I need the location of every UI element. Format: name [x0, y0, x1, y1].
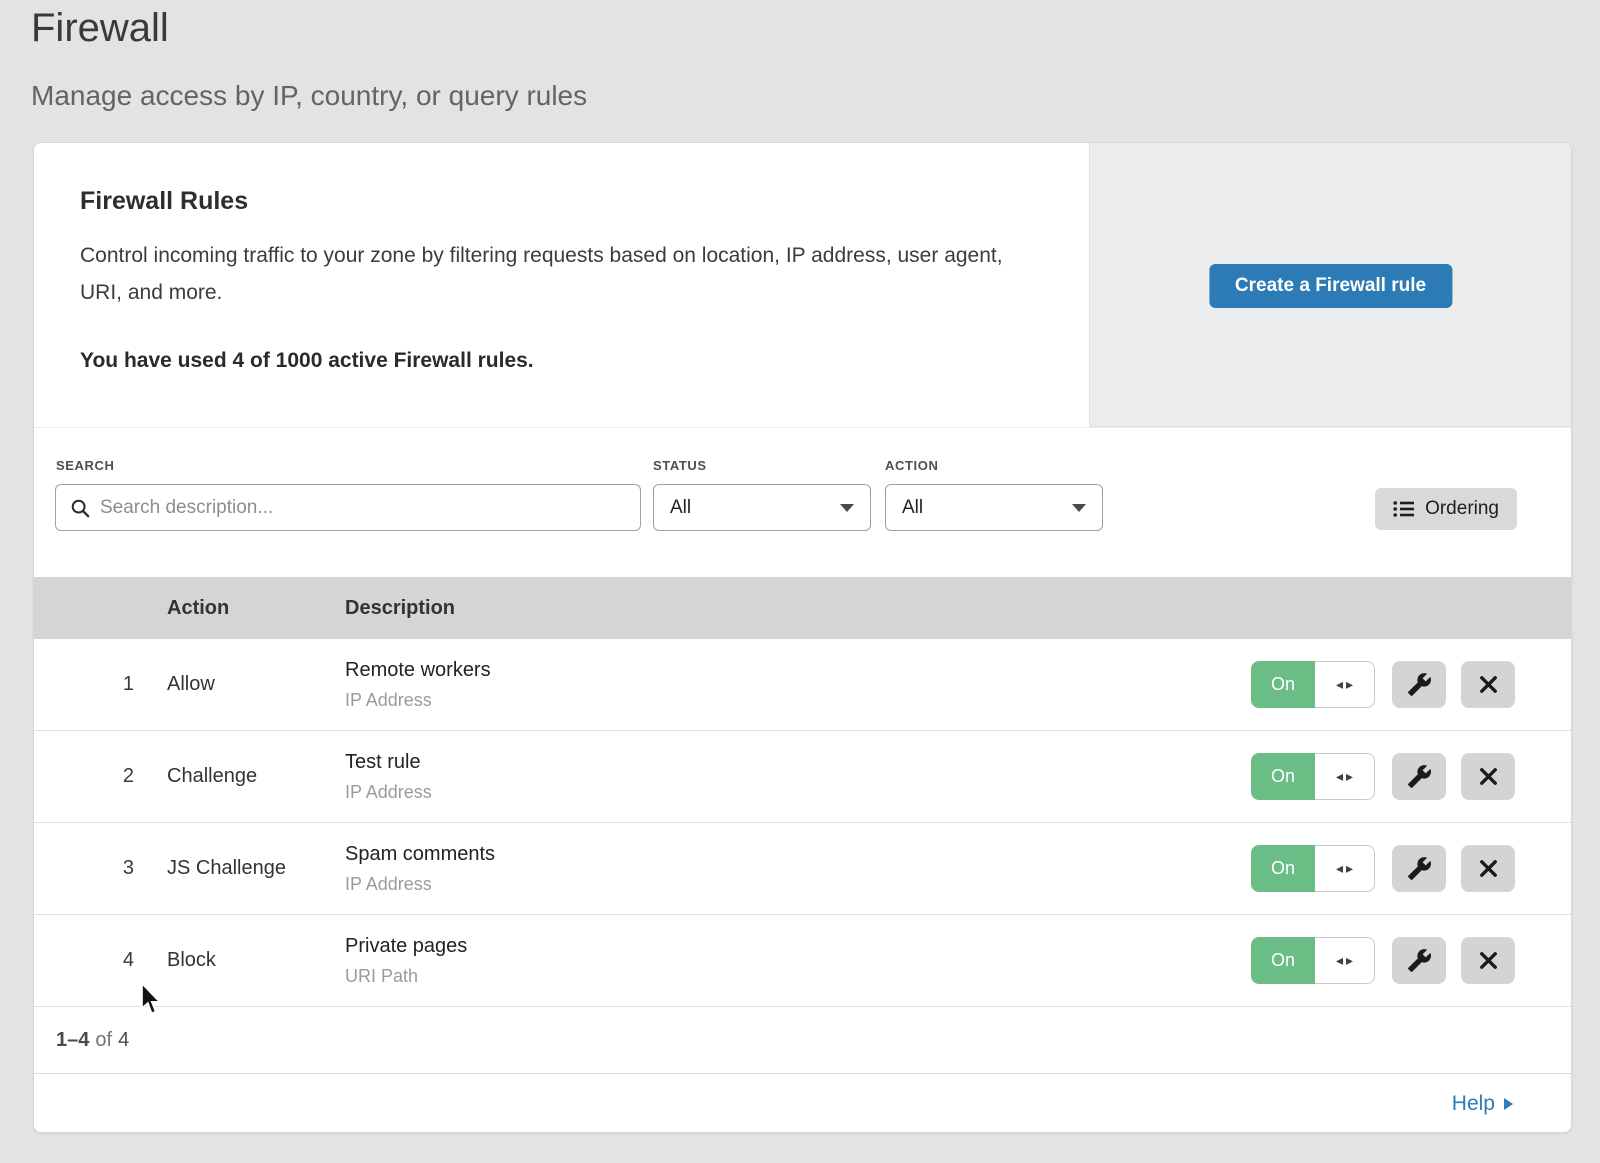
chevron-down-icon — [840, 504, 854, 512]
rule-enabled-toggle[interactable]: On ◂▸ — [1251, 937, 1375, 984]
help-link[interactable]: Help — [1452, 1092, 1513, 1116]
toggle-arrows-icon: ◂▸ — [1333, 953, 1356, 969]
rule-priority: 2 — [34, 765, 134, 788]
filters-bar: SEARCH STATUS All ACTION All — [34, 427, 1571, 577]
rule-match-type: IP Address — [345, 690, 491, 711]
rule-action: JS Challenge — [167, 857, 345, 880]
ordering-list-icon — [1393, 499, 1415, 519]
rule-description: Test rule — [345, 751, 432, 774]
table-row: 3 JS Challenge Spam comments IP Address … — [34, 823, 1571, 915]
help-link-label: Help — [1452, 1092, 1495, 1116]
close-icon — [1477, 949, 1500, 972]
firewall-page: Firewall Manage access by IP, country, o… — [0, 0, 1600, 1163]
table-header: Action Description — [34, 577, 1571, 639]
toggle-handle[interactable]: ◂▸ — [1315, 845, 1375, 892]
close-icon — [1477, 857, 1500, 880]
action-select-value: All — [902, 497, 923, 519]
toggle-on-segment[interactable]: On — [1251, 661, 1315, 708]
toggle-on-segment[interactable]: On — [1251, 753, 1315, 800]
rule-priority: 4 — [34, 949, 134, 972]
chevron-down-icon — [1072, 504, 1086, 512]
rule-description: Spam comments — [345, 843, 495, 866]
rules-intro-side-panel: Create a Firewall rule — [1089, 143, 1571, 427]
rule-enabled-toggle[interactable]: On ◂▸ — [1251, 753, 1375, 800]
search-input-wrapper[interactable] — [55, 484, 641, 531]
close-icon — [1477, 765, 1500, 788]
toggle-on-segment[interactable]: On — [1251, 937, 1315, 984]
table-row: 1 Allow Remote workers IP Address On ◂▸ — [34, 639, 1571, 731]
close-icon — [1477, 673, 1500, 696]
toggle-handle[interactable]: ◂▸ — [1315, 661, 1375, 708]
toggle-arrows-icon: ◂▸ — [1333, 769, 1356, 785]
edit-rule-button[interactable] — [1392, 753, 1446, 800]
column-header-description: Description — [345, 597, 455, 620]
rule-match-type: IP Address — [345, 782, 432, 803]
edit-rule-button[interactable] — [1392, 937, 1446, 984]
column-header-action: Action — [167, 597, 345, 620]
wrench-icon — [1407, 764, 1432, 789]
rule-priority: 3 — [34, 857, 134, 880]
toggle-on-segment[interactable]: On — [1251, 845, 1315, 892]
rule-description: Private pages — [345, 935, 467, 958]
status-select[interactable]: All — [653, 484, 871, 531]
help-bar: Help — [34, 1074, 1571, 1134]
table-row: 4 Block Private pages URI Path On ◂▸ — [34, 915, 1571, 1007]
toggle-handle[interactable]: ◂▸ — [1315, 937, 1375, 984]
rule-enabled-toggle[interactable]: On ◂▸ — [1251, 845, 1375, 892]
rule-priority: 1 — [34, 673, 134, 696]
wrench-icon — [1407, 856, 1432, 881]
table-row: 2 Challenge Test rule IP Address On ◂▸ — [34, 731, 1571, 823]
action-label: ACTION — [885, 458, 938, 473]
rules-intro-title: Firewall Rules — [80, 187, 248, 216]
search-label: SEARCH — [56, 458, 115, 473]
edit-rule-button[interactable] — [1392, 661, 1446, 708]
rules-usage-text: You have used 4 of 1000 active Firewall … — [80, 349, 534, 373]
mouse-cursor-icon — [140, 983, 162, 1017]
ordering-button[interactable]: Ordering — [1375, 488, 1517, 530]
rule-action: Allow — [167, 673, 345, 696]
rule-match-type: URI Path — [345, 966, 467, 987]
wrench-icon — [1407, 672, 1432, 697]
rules-intro-description: Control incoming traffic to your zone by… — [80, 237, 1030, 311]
rule-action: Challenge — [167, 765, 345, 788]
create-firewall-rule-button[interactable]: Create a Firewall rule — [1209, 264, 1452, 308]
ordering-button-label: Ordering — [1425, 498, 1499, 520]
action-select[interactable]: All — [885, 484, 1103, 531]
status-label: STATUS — [653, 458, 707, 473]
help-arrow-icon — [1504, 1098, 1513, 1110]
wrench-icon — [1407, 948, 1432, 973]
page-subtitle: Manage access by IP, country, or query r… — [31, 80, 587, 112]
search-input[interactable] — [100, 497, 626, 519]
rule-action: Block — [167, 949, 345, 972]
toggle-arrows-icon: ◂▸ — [1333, 677, 1356, 693]
page-title: Firewall — [31, 6, 169, 51]
search-icon — [70, 498, 90, 518]
rules-table-body: 1 Allow Remote workers IP Address On ◂▸ — [34, 639, 1571, 1007]
status-select-value: All — [670, 497, 691, 519]
firewall-rules-card: Firewall Rules Control incoming traffic … — [33, 142, 1572, 1133]
toggle-arrows-icon: ◂▸ — [1333, 861, 1356, 877]
delete-rule-button[interactable] — [1461, 661, 1515, 708]
rule-match-type: IP Address — [345, 874, 495, 895]
pagination: 1–4 of 4 — [34, 1007, 1571, 1074]
delete-rule-button[interactable] — [1461, 937, 1515, 984]
pagination-range: 1–4 — [56, 1029, 89, 1052]
pagination-total: 4 — [118, 1029, 129, 1052]
rules-intro-section: Firewall Rules Control incoming traffic … — [34, 143, 1571, 427]
delete-rule-button[interactable] — [1461, 845, 1515, 892]
pagination-of: of — [95, 1029, 112, 1052]
rule-enabled-toggle[interactable]: On ◂▸ — [1251, 661, 1375, 708]
delete-rule-button[interactable] — [1461, 753, 1515, 800]
edit-rule-button[interactable] — [1392, 845, 1446, 892]
rule-description: Remote workers — [345, 659, 491, 682]
toggle-handle[interactable]: ◂▸ — [1315, 753, 1375, 800]
